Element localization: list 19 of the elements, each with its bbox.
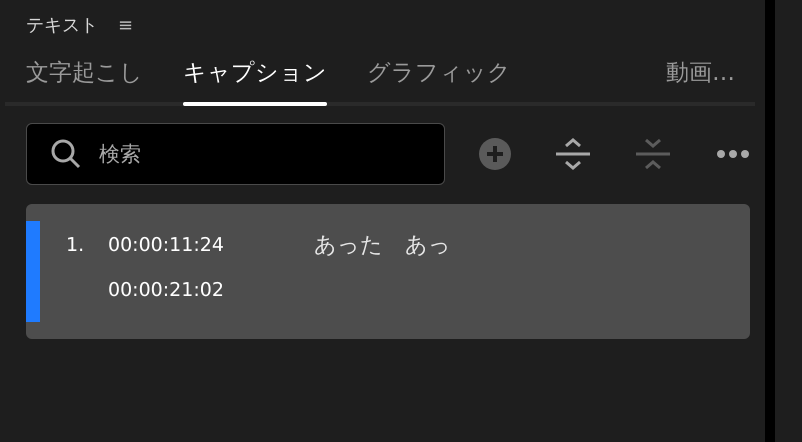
search-field[interactable]: 検索 [26,123,445,185]
panel-menu-icon[interactable]: ≡ [118,12,134,38]
caption-text: あった あっ [314,232,451,260]
add-button[interactable] [478,137,512,171]
expand-button[interactable] [554,135,592,173]
panel-title: テキスト [26,14,98,38]
expand-icon [555,137,591,171]
tab[interactable]: グラフィック [367,56,511,102]
tab[interactable]: 動画… [666,56,735,102]
plus-circle-icon [479,138,511,170]
caption-card[interactable]: 1. 00:00:11:24 00:00:21:02 あった あっ [26,204,750,339]
search-icon [50,138,82,170]
caption-index: 1. [66,233,86,258]
more-icon [716,149,750,159]
tab[interactable]: 文字起こし [26,56,143,102]
tab[interactable]: キャプション [183,56,327,102]
caption-start-time: 00:00:11:24 [108,233,225,258]
collapse-icon [635,137,671,171]
caption-end-time: 00:00:21:02 [108,278,225,302]
